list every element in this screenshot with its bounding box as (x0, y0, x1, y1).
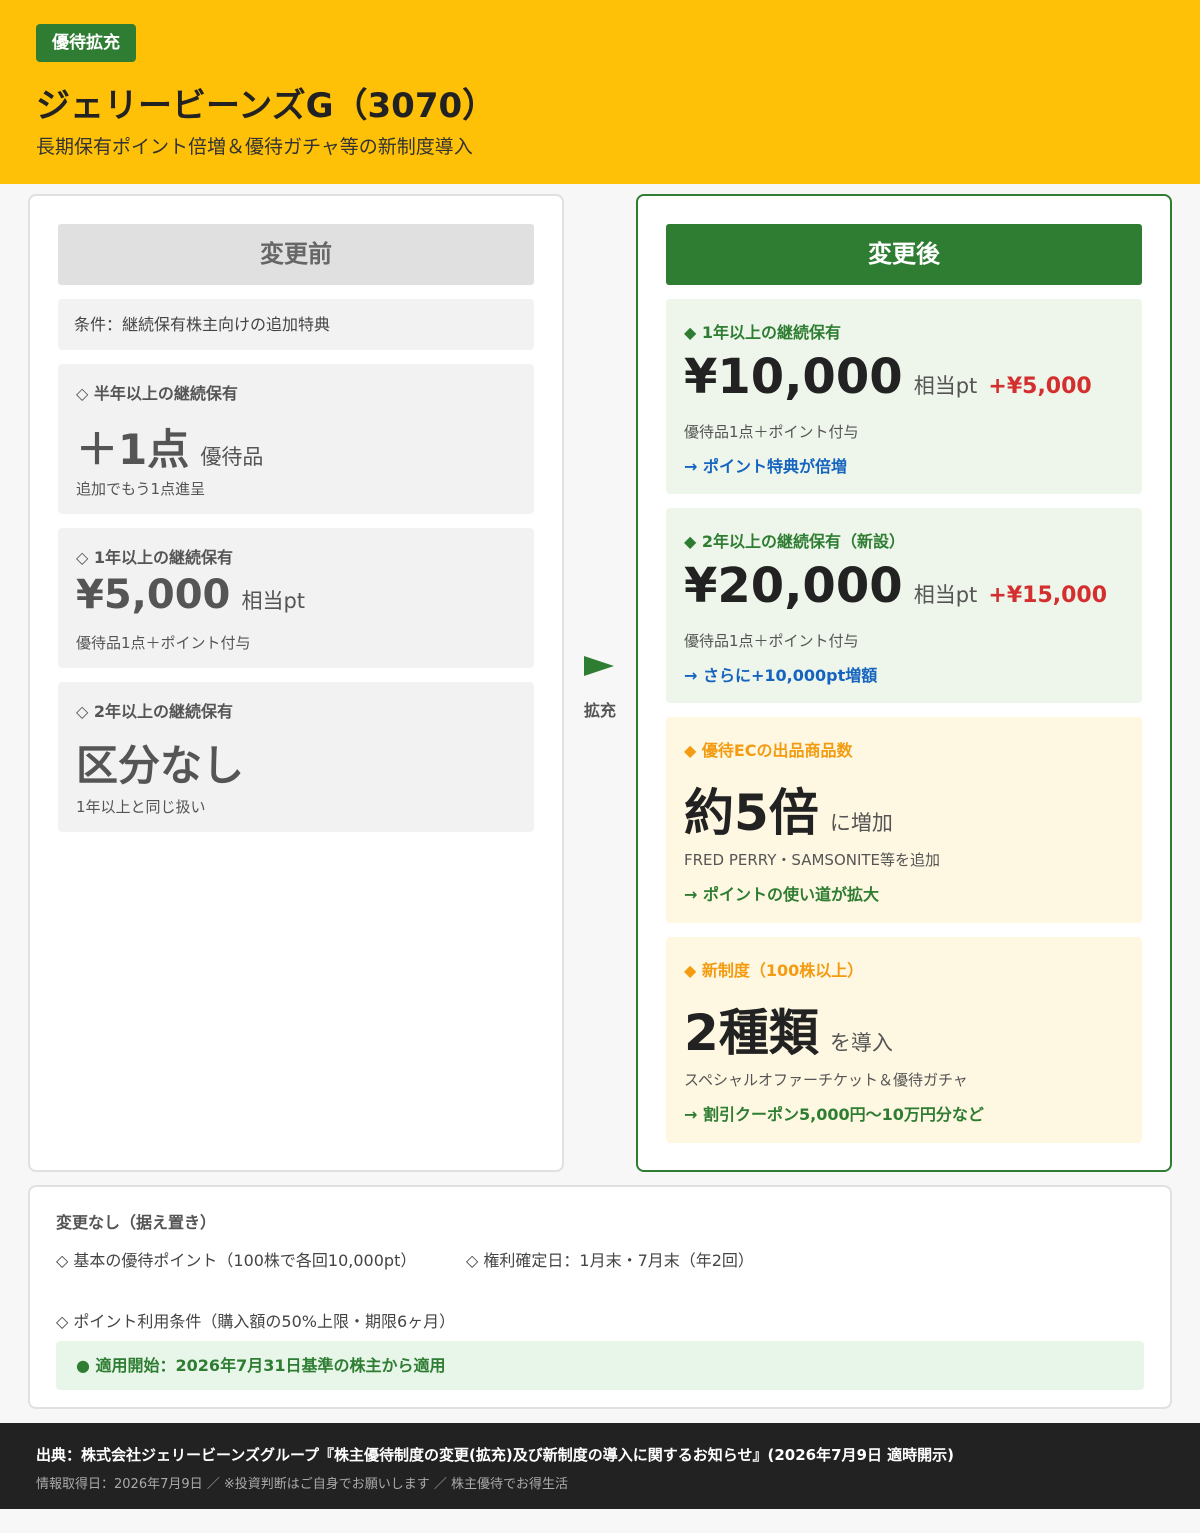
card-unit: に増加 (829, 811, 893, 835)
card-unit: 相当pt (913, 374, 978, 398)
before-heading: 変更前 (58, 224, 534, 285)
card-unit: を導入 (829, 1031, 893, 1055)
unchanged-section: 変更なし（据え置き） ◇ 基本の優待ポイント（100株で各回10,000pt） … (28, 1185, 1172, 1409)
card-unit: 相当pt (913, 583, 978, 607)
card-label: ◆ 2年以上の継続保有（新設） (684, 532, 906, 551)
card-value: ¥20,000 (684, 558, 903, 614)
card-value: ＋1点 (76, 425, 190, 474)
card-unit: 優待品 (200, 445, 264, 469)
card-note: スペシャルオファーチケット＆優待ガチャ (684, 1071, 968, 1089)
after-panel: 変更後 ◆ 1年以上の継続保有 ¥10,000 相当pt +¥5,000 優待品… (636, 194, 1172, 1172)
unchanged-item: ◇ ポイント利用条件（購入額の50%上限・期限6ヶ月） (56, 1312, 456, 1331)
card-label: ◇ 半年以上の継続保有 (76, 384, 238, 403)
header-banner: 優待拡充 ジェリービーンズG（3070） 長期保有ポイント倍増＆優待ガチャ等の新… (0, 0, 1200, 184)
after-card-two-year: ◆ 2年以上の継続保有（新設） ¥20,000 相当pt +¥15,000 優待… (666, 508, 1142, 703)
card-highlight: → ポイントの使い道が拡大 (684, 885, 879, 904)
card-highlight: → さらに+10,000pt増額 (684, 666, 878, 685)
unchanged-item: ◇ 基本の優待ポイント（100株で各回10,000pt） (56, 1251, 417, 1270)
card-value-row: ¥10,000 相当pt +¥5,000 (684, 349, 1092, 405)
card-value: 2種類 (684, 1004, 819, 1062)
card-delta: +¥5,000 (988, 374, 1092, 399)
card-value-row: 2種類 を導入 (684, 993, 893, 1065)
card-value-row: ¥20,000 相当pt +¥15,000 (684, 558, 1107, 614)
footer-info: 情報取得日：2026年7月9日 ／ ※投資判断はご自身でお願いします ／ 株主優… (36, 1477, 569, 1492)
after-heading: 変更後 (666, 224, 1142, 285)
card-label: ◆ 1年以上の継続保有 (684, 323, 842, 342)
card-label: ◆ 新制度（100株以上） (684, 961, 864, 980)
unchanged-title: 変更なし（据え置き） (56, 1213, 217, 1232)
card-label: ◇ 2年以上の継続保有 (76, 702, 234, 721)
card-value-row: ＋1点 優待品 (76, 416, 263, 477)
category-badge: 優待拡充 (36, 24, 136, 62)
card-value: ¥10,000 (684, 349, 903, 405)
expand-arrow-icon (584, 656, 614, 676)
card-value: 約5倍 (684, 784, 819, 842)
card-note: FRED PERRY・SAMSONITE等を追加 (684, 851, 941, 869)
expand-arrow-label: 拡充 (584, 701, 617, 720)
card-value: ¥5,000 (76, 572, 231, 618)
page-title: ジェリービーンズG（3070） (36, 86, 497, 126)
card-unit: 相当pt (241, 589, 306, 613)
card-highlight: → 割引クーポン5,000円〜10万円分など (684, 1105, 984, 1124)
before-condition: 条件：継続保有株主向けの追加特典 (58, 299, 534, 350)
unchanged-item: ◇ 権利確定日：1月末・7月末（年2回） (466, 1251, 754, 1270)
card-label: ◆ 優待ECの出品商品数 (684, 741, 853, 760)
card-note: 優待品1点＋ポイント付与 (684, 632, 859, 650)
card-value-row: ¥5,000 相当pt (76, 572, 305, 618)
before-card-two-year: ◇ 2年以上の継続保有 区分なし 1年以上と同じ扱い (58, 682, 534, 832)
card-value-row: 約5倍 に増加 (684, 773, 893, 845)
page-subtitle: 長期保有ポイント倍増＆優待ガチャ等の新制度導入 (36, 136, 473, 158)
source-citation: 出典：株式会社ジェリービーンズグループ『株主優待制度の変更(拡充)及び新制度の導… (36, 1446, 955, 1464)
card-label: ◇ 1年以上の継続保有 (76, 548, 234, 567)
card-delta: +¥15,000 (988, 583, 1108, 608)
after-card-new-system: ◆ 新制度（100株以上） 2種類 を導入 スペシャルオファーチケット＆優待ガチ… (666, 937, 1142, 1143)
apply-start-notice: ● 適用開始：2026年7月31日基準の株主から適用 (56, 1341, 1144, 1390)
card-highlight: → ポイント特典が倍増 (684, 457, 847, 476)
card-note: 追加でもう1点進呈 (76, 480, 206, 498)
card-value: 区分なし (76, 741, 245, 790)
before-panel: 変更前 条件：継続保有株主向けの追加特典 ◇ 半年以上の継続保有 ＋1点 優待品… (28, 194, 564, 1172)
after-card-ec-items: ◆ 優待ECの出品商品数 約5倍 に増加 FRED PERRY・SAMSONIT… (666, 717, 1142, 923)
footer: 出典：株式会社ジェリービーンズグループ『株主優待制度の変更(拡充)及び新制度の導… (0, 1423, 1200, 1509)
before-card-one-year: ◇ 1年以上の継続保有 ¥5,000 相当pt 優待品1点＋ポイント付与 (58, 528, 534, 668)
card-note: 優待品1点＋ポイント付与 (684, 423, 859, 441)
after-card-one-year: ◆ 1年以上の継続保有 ¥10,000 相当pt +¥5,000 優待品1点＋ポ… (666, 299, 1142, 494)
card-note: 優待品1点＋ポイント付与 (76, 634, 251, 652)
before-card-half-year: ◇ 半年以上の継続保有 ＋1点 優待品 追加でもう1点進呈 (58, 364, 534, 514)
card-value-row: 区分なし (76, 732, 244, 793)
card-note: 1年以上と同じ扱い (76, 798, 206, 816)
